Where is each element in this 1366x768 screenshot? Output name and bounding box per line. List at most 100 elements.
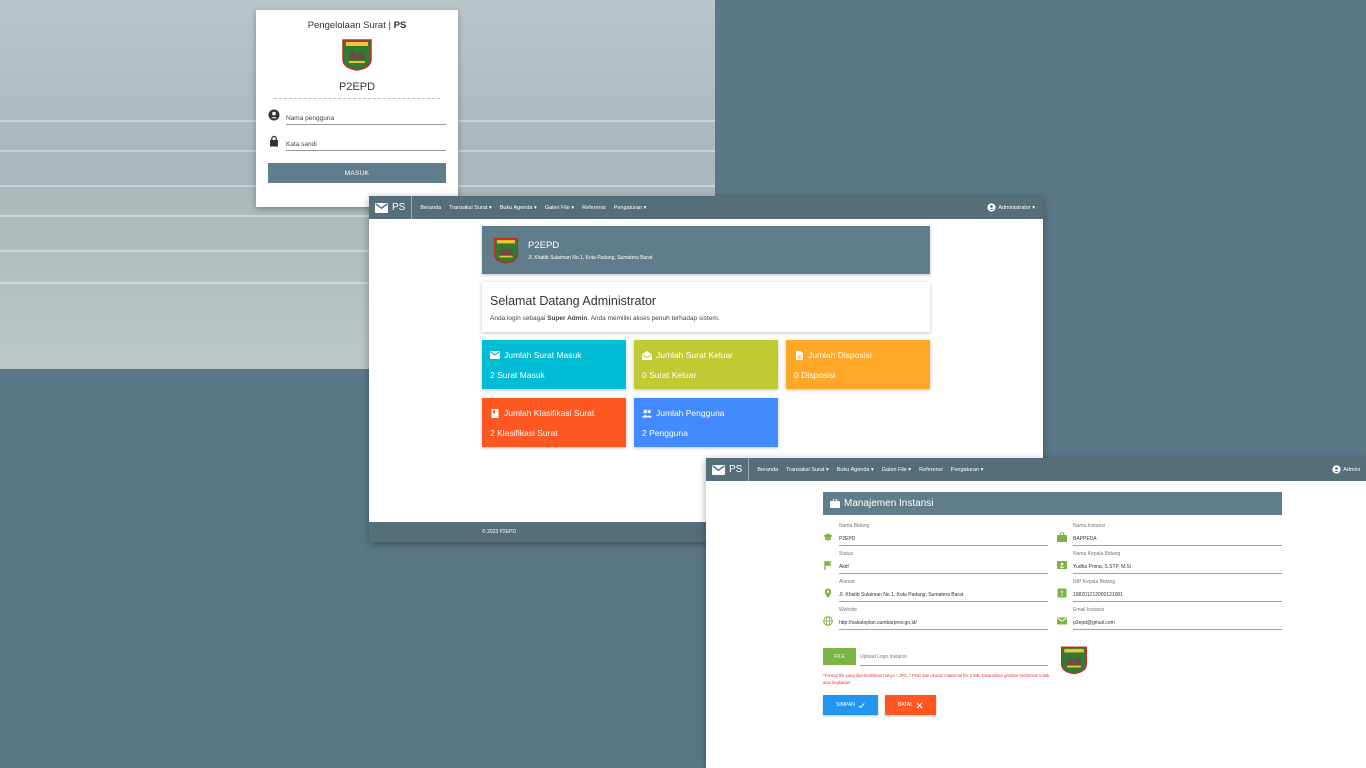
- user-menu[interactable]: Admini: [1332, 465, 1360, 474]
- manajemen-instansi-header: Manajemen Instansi: [823, 492, 1282, 515]
- nav-referensi[interactable]: Referensi: [919, 467, 943, 473]
- field-label: NIP Kepala Bidang: [1073, 579, 1116, 585]
- file-format-note: *Format file yang diperbolehkan hanya *.…: [823, 673, 1050, 685]
- kepala-bidang-input[interactable]: Yudha Prima, S.STP, M.Si: [1073, 564, 1282, 570]
- login-title: Pengelolaan Surat | PS: [307, 20, 407, 31]
- nip-field[interactable]: NIP Kepala Bidang 198201212000121001: [1057, 579, 1282, 602]
- work-icon: [830, 499, 840, 508]
- mail-icon: [490, 350, 500, 359]
- drafts-icon: [642, 350, 652, 360]
- nama-instansi-field[interactable]: Nama Instansi BAPPEDA: [1057, 523, 1282, 546]
- nav-buku-agenda[interactable]: Buku Agenda ▾: [500, 205, 537, 211]
- page-title: Manajemen Instansi: [844, 498, 934, 509]
- school-icon: [823, 533, 833, 541]
- badge-icon: [1057, 588, 1067, 598]
- username-input[interactable]: Nama pengguna: [286, 109, 446, 125]
- divider: [274, 98, 440, 99]
- institution-card: P2EPD Jl. Khatib Sulaiman No.1, Kota Pad…: [482, 226, 930, 274]
- navbar: PS Beranda Transaksi Surat ▾ Buku Agenda…: [706, 458, 1366, 481]
- user-menu-label: Admini: [1343, 466, 1360, 473]
- password-field[interactable]: Kata sandi: [268, 135, 446, 151]
- login-button[interactable]: MASUK: [268, 163, 446, 183]
- flag-icon: [824, 561, 832, 570]
- institution-address: Jl. Khatib Sulaiman No.1, Kota Padang, S…: [528, 254, 653, 261]
- nav-galeri-file[interactable]: Galeri File ▾: [545, 205, 574, 211]
- status-field[interactable]: Status Aktif: [823, 551, 1048, 574]
- tile-label: Jumlah Klasifikasi Surat: [504, 408, 595, 418]
- tile-value: 2 Klasifikasi Surat: [490, 428, 558, 438]
- nav-referensi[interactable]: Referensi: [582, 205, 606, 211]
- alamat-input[interactable]: Jl. Khatib Sulaiman No.1, Kota Padang, S…: [839, 592, 1048, 598]
- mail-icon: [375, 202, 388, 213]
- email-input[interactable]: p2epd@gmail.com: [1073, 620, 1282, 626]
- field-label: Email Instansi: [1073, 607, 1105, 613]
- nav-beranda[interactable]: Beranda: [757, 467, 778, 473]
- email-field[interactable]: Email Instansi p2epd@gmail.com: [1057, 607, 1282, 630]
- status-input[interactable]: Aktif: [839, 564, 1048, 570]
- tile-value: 0 Surat Keluar: [642, 370, 697, 380]
- tile-klasifikasi-surat[interactable]: Jumlah Klasifikasi Surat 2 Klasifikasi S…: [482, 398, 626, 447]
- institution-logo-icon: [1060, 646, 1088, 675]
- check-icon: [858, 702, 865, 708]
- contact-icon: [1057, 561, 1067, 569]
- file-button[interactable]: FILE: [823, 648, 856, 665]
- login-brand: P2EPD: [338, 81, 376, 93]
- tile-disposisi[interactable]: Jumlah Disposisi 0 Disposisi: [786, 340, 930, 389]
- nip-input[interactable]: 198201212000121001: [1073, 592, 1282, 598]
- tile-label: Jumlah Disposisi: [808, 350, 872, 360]
- cancel-label: BATAL: [897, 702, 914, 708]
- alamat-field[interactable]: Alamat Jl. Khatib Sulaiman No.1, Kota Pad…: [823, 579, 1048, 602]
- instansi-window: PS Beranda Transaksi Surat ▾ Buku Agenda…: [706, 458, 1366, 768]
- field-label: Alamat: [839, 579, 855, 585]
- people-icon: [642, 409, 652, 417]
- welcome-title: Selamat Datang Administrator: [490, 294, 657, 308]
- nama-bidang-field[interactable]: Nama Bidang P2EPD: [823, 523, 1048, 546]
- save-button[interactable]: SIMPAN: [823, 695, 878, 715]
- nav-transaksi-surat[interactable]: Transaksi Surat ▾: [449, 205, 492, 211]
- website-input[interactable]: http://sakatoplan.sumbarprov.go.id/: [839, 620, 1048, 626]
- welcome-card: Selamat Datang Administrator Anda login …: [482, 282, 930, 332]
- nav-transaksi-surat[interactable]: Transaksi Surat ▾: [786, 467, 829, 473]
- institution-name: P2EPD: [528, 239, 560, 251]
- nav-buku-agenda[interactable]: Buku Agenda ▾: [837, 467, 874, 473]
- lock-icon: [270, 135, 278, 147]
- nav-brand[interactable]: PS: [706, 458, 750, 481]
- nama-instansi-input[interactable]: BAPPEDA: [1073, 536, 1282, 542]
- tile-value: 0 Disposisi: [794, 370, 836, 380]
- tile-surat-keluar[interactable]: Jumlah Surat Keluar 0 Surat Keluar: [634, 340, 778, 389]
- tile-label: Jumlah Surat Masuk: [504, 350, 582, 360]
- username-field[interactable]: Nama pengguna: [268, 109, 446, 125]
- tile-pengguna[interactable]: Jumlah Pengguna 2 Pengguna: [634, 398, 778, 447]
- nav-pengaturan[interactable]: Pengaturan ▾: [614, 205, 647, 211]
- nav-brand[interactable]: PS: [369, 196, 413, 219]
- book-icon: [491, 408, 499, 418]
- brand-text: PS: [729, 464, 743, 475]
- account-circle-icon: [268, 109, 280, 121]
- account-circle-icon: [1332, 465, 1341, 474]
- mail-icon: [712, 464, 725, 475]
- globe-icon: [823, 616, 833, 626]
- tile-label: Jumlah Surat Keluar: [656, 350, 734, 360]
- nav-pengaturan[interactable]: Pengaturan ▾: [951, 467, 984, 473]
- welcome-text: Anda login sebagai Super Admin. Anda mem…: [490, 315, 720, 322]
- nav-galeri-file[interactable]: Galeri File ▾: [882, 467, 911, 473]
- user-menu[interactable]: Administrator ▾: [987, 203, 1035, 212]
- tile-surat-masuk[interactable]: Jumlah Surat Masuk 2 Surat Masuk: [482, 340, 626, 389]
- tile-value: 2 Surat Masuk: [490, 370, 545, 380]
- nav-beranda[interactable]: Beranda: [420, 205, 441, 211]
- close-icon: [916, 702, 923, 708]
- website-field[interactable]: Website http://sakatoplan.sumbarprov.go.i…: [823, 607, 1048, 630]
- save-label: SIMPAN: [836, 702, 855, 708]
- work-icon: [1057, 532, 1067, 542]
- institution-logo-icon: [342, 39, 372, 71]
- tile-value: 2 Pengguna: [642, 428, 688, 438]
- kepala-bidang-field[interactable]: Nama Kepala Bidang Yudha Prima, S.STP, M.…: [1057, 551, 1282, 574]
- upload-logo-input[interactable]: Upload Logo instansi: [860, 648, 1048, 666]
- field-label: Nama Instansi: [1073, 523, 1105, 529]
- cancel-button[interactable]: BATAL: [885, 695, 936, 715]
- field-label: Status: [839, 551, 854, 557]
- footer-copyright: © 2023 P2EPD: [482, 529, 516, 535]
- tile-label: Jumlah Pengguna: [656, 408, 725, 418]
- password-input[interactable]: Kata sandi: [286, 135, 446, 151]
- nama-bidang-input[interactable]: P2EPD: [839, 536, 1048, 542]
